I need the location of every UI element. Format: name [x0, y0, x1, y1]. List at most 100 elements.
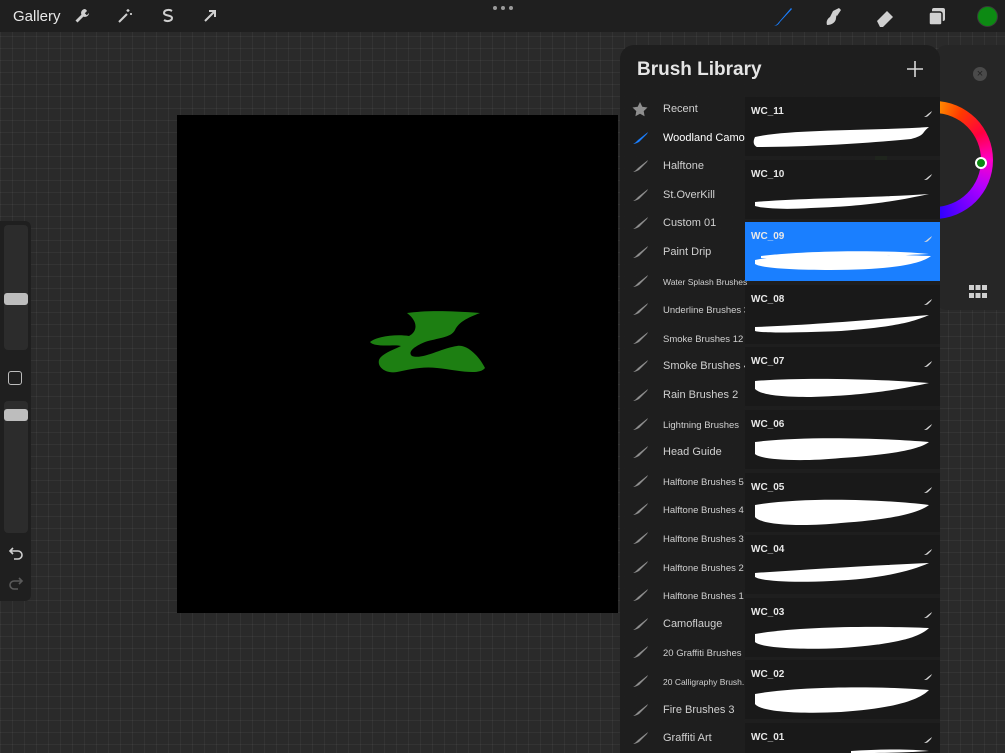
- brush-name: WC_04: [751, 544, 785, 556]
- brush-set-item[interactable]: Smoke Brushes 4: [620, 352, 747, 380]
- brush-set-item[interactable]: Halftone: [620, 152, 745, 180]
- brush-card[interactable]: WC_02: [745, 660, 940, 720]
- brush-card[interactable]: WC_08: [745, 284, 940, 344]
- brush-type-icon: [923, 230, 933, 243]
- brush-set-item[interactable]: 20 Graffiti Brushes: [620, 638, 745, 666]
- brush-set-label: Smoke Brushes 4: [663, 360, 747, 373]
- brush-card[interactable]: WC_03: [745, 597, 940, 657]
- layers-icon[interactable]: [925, 5, 949, 29]
- opacity-thumb[interactable]: [4, 409, 28, 421]
- brush-stroke-icon: [632, 445, 649, 459]
- brush-stroke-icon: [632, 674, 649, 688]
- gallery-button[interactable]: Gallery: [13, 8, 61, 25]
- brush-set-item[interactable]: Underline Brushes 3: [620, 295, 747, 323]
- brush-type-icon: [923, 731, 933, 743]
- drawing-canvas[interactable]: [177, 115, 618, 613]
- brush-set-item[interactable]: Paint Drip: [620, 238, 745, 266]
- brush-stroke-icon: [632, 188, 649, 202]
- brush-card[interactable]: WC_04: [745, 535, 940, 595]
- brush-set-item[interactable]: Woodland Camo: [620, 124, 745, 152]
- camo-stroke-artwork: [370, 311, 485, 373]
- magic-wand-icon[interactable]: [114, 5, 136, 27]
- brush-set-label: Halftone: [663, 160, 704, 173]
- brush-set-item[interactable]: St.OverKill: [620, 181, 745, 209]
- brush-set-item[interactable]: Camoflauge: [620, 610, 745, 638]
- brush-set-item[interactable]: 20 Calligraphy Brush...: [620, 667, 747, 695]
- brush-icon[interactable]: [771, 5, 795, 29]
- brush-stroke-preview: [751, 309, 933, 339]
- brush-type-icon: [923, 668, 933, 681]
- brush-name: WC_06: [751, 419, 785, 430]
- brush-set-label: Recent: [663, 103, 698, 115]
- brush-stroke-icon: [632, 131, 649, 145]
- brush-set-item[interactable]: Rain Brushes 2: [620, 381, 745, 409]
- brush-size-slider[interactable]: [4, 225, 28, 350]
- brush-set-label: Fire Brushes 3: [663, 703, 735, 716]
- selection-icon[interactable]: [157, 5, 179, 27]
- brush-type-icon: [923, 543, 933, 556]
- brush-card[interactable]: WC_09: [745, 222, 940, 282]
- close-icon[interactable]: ×: [973, 67, 987, 81]
- wrench-icon[interactable]: [71, 5, 93, 27]
- brush-stroke-preview: [751, 246, 933, 276]
- brush-name: WC_03: [751, 606, 785, 618]
- active-color-swatch[interactable]: [977, 6, 998, 27]
- brush-stroke-preview: [751, 121, 933, 151]
- undo-icon[interactable]: [8, 546, 24, 560]
- brush-set-label: Lightning Brushes: [663, 419, 740, 431]
- brush-stroke-icon: [632, 645, 649, 659]
- brush-card[interactable]: WC_05: [745, 472, 940, 532]
- brush-card[interactable]: WC_06: [745, 410, 940, 469]
- brush-set-item[interactable]: Halftone Brushes 2: [620, 553, 745, 581]
- modify-button[interactable]: [8, 371, 22, 385]
- brush-name: WC_01: [751, 732, 785, 743]
- brush-card[interactable]: WC_07: [745, 347, 940, 407]
- brush-card[interactable]: WC_01: [745, 723, 940, 753]
- color-panel: ×: [875, 45, 1005, 310]
- brush-stroke-preview: [751, 684, 933, 714]
- brush-set-item[interactable]: Recent: [620, 95, 745, 123]
- transform-arrow-icon[interactable]: [199, 5, 221, 27]
- add-brush-button[interactable]: [906, 60, 924, 78]
- brush-set-item[interactable]: Water Splash Brushes: [620, 267, 747, 295]
- brush-name: WC_11: [751, 106, 784, 117]
- brush-set-item[interactable]: Head Guide: [620, 438, 745, 466]
- brush-set-item[interactable]: Halftone Brushes 5: [620, 467, 745, 495]
- brush-stroke-preview: [751, 497, 933, 527]
- brush-set-item[interactable]: Custom 01: [620, 209, 745, 237]
- brush-set-item[interactable]: Halftone Brushes 1: [620, 581, 745, 609]
- brush-stroke-icon: [632, 245, 649, 259]
- brush-set-label: Water Splash Brushes: [663, 276, 747, 287]
- brush-stroke-icon: [632, 703, 649, 717]
- brush-set-label: Halftone Brushes 2: [663, 562, 744, 574]
- brush-set-item[interactable]: Lightning Brushes: [620, 410, 745, 438]
- brush-set-label: Graffiti Art: [663, 732, 712, 745]
- brush-stroke-icon: [632, 216, 649, 230]
- star-icon: [632, 102, 649, 117]
- color-picker-handle[interactable]: [975, 157, 987, 169]
- brush-stroke-preview: [751, 622, 933, 652]
- brush-set-label: Woodland Camo: [663, 131, 745, 144]
- opacity-slider[interactable]: [4, 401, 28, 533]
- brush-size-thumb[interactable]: [4, 293, 28, 305]
- brush-set-label: Camoflauge: [663, 617, 723, 630]
- brush-set-label: Rain Brushes 2: [663, 389, 739, 401]
- brush-set-label: Underline Brushes 3: [663, 305, 747, 317]
- palette-grid-icon[interactable]: [969, 285, 987, 304]
- brush-set-item[interactable]: Fire Brushes 3: [620, 696, 745, 724]
- brush-set-item[interactable]: Smoke Brushes 12: [620, 324, 745, 352]
- brush-stroke-icon: [632, 417, 649, 431]
- more-options-icon[interactable]: [493, 3, 513, 13]
- brush-stroke-icon: [632, 474, 649, 488]
- brush-library-panel: Brush Library Recent Woodland Camo Halfton…: [620, 45, 940, 753]
- brush-set-item[interactable]: Halftone Brushes 3: [620, 524, 745, 552]
- smudge-icon[interactable]: [821, 5, 845, 29]
- brush-card[interactable]: WC_10: [745, 159, 940, 219]
- brush-set-item[interactable]: Graffiti Art: [620, 724, 745, 752]
- brush-set-item[interactable]: Halftone Brushes 4: [620, 495, 745, 523]
- brush-card[interactable]: WC_11: [745, 97, 940, 156]
- brush-stroke-preview: [751, 371, 933, 401]
- redo-icon[interactable]: [8, 576, 24, 590]
- brush-type-icon: [923, 606, 933, 618]
- eraser-icon[interactable]: [873, 5, 897, 29]
